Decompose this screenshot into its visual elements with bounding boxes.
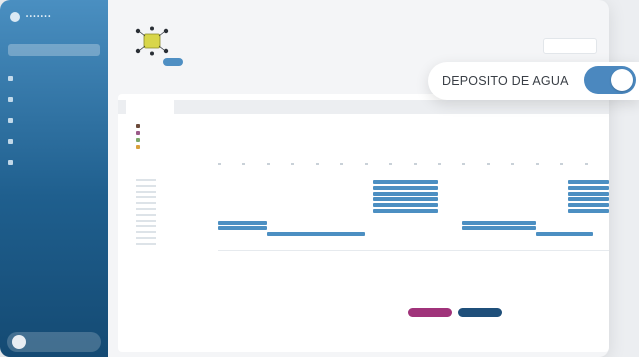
row-label: [136, 242, 156, 245]
hour-tick: [486, 163, 490, 165]
secondary-button[interactable]: [458, 308, 502, 317]
schedule-bar[interactable]: [372, 180, 438, 184]
hour-tick: [535, 163, 539, 165]
row-label: [136, 213, 156, 216]
hour-tick: [315, 163, 319, 165]
user-card[interactable]: [7, 332, 101, 352]
hour-tick: [266, 163, 270, 165]
legend-item: [136, 143, 140, 150]
sidebar-item-4[interactable]: [8, 131, 13, 152]
schedule-bar[interactable]: [372, 197, 438, 202]
row-label: [136, 190, 156, 193]
schedule-bar[interactable]: [372, 185, 438, 190]
sidebar-item-3[interactable]: [8, 110, 13, 131]
legend: [136, 122, 140, 150]
user-icon: [8, 97, 13, 102]
row-label: [136, 237, 156, 239]
top-action-button[interactable]: [543, 38, 597, 54]
primary-button[interactable]: [408, 308, 452, 317]
hour-tick: [511, 163, 515, 165]
hour-tick: [242, 163, 246, 165]
sidebar: •••••••: [0, 0, 108, 357]
schedule-bar[interactable]: [568, 191, 609, 196]
hour-tick: [560, 163, 564, 165]
schedule-bar[interactable]: [535, 232, 593, 237]
calendar-icon: [8, 118, 13, 123]
schedule-panel: [118, 94, 609, 352]
schedule-bar[interactable]: [372, 209, 438, 213]
schedule-bar[interactable]: [372, 203, 438, 208]
hour-tick: [291, 163, 295, 165]
legend-swatch: [136, 130, 140, 135]
legend-item: [136, 129, 140, 136]
row-label: [136, 231, 156, 234]
row-label: [136, 179, 156, 181]
tab-strip: [118, 100, 609, 114]
hour-tick: [218, 163, 221, 165]
sidebar-item-2[interactable]: [8, 89, 13, 110]
schedule-bar[interactable]: [372, 191, 438, 196]
timeline-baseline: [218, 250, 609, 251]
schedule-bar[interactable]: [266, 232, 365, 237]
schedule-bar[interactable]: [462, 220, 536, 225]
tab-other[interactable]: [182, 103, 234, 111]
zoom-select[interactable]: [428, 131, 464, 141]
brand-name: •••••••: [26, 14, 52, 20]
hour-tick: [389, 163, 393, 165]
logo-icon: [10, 12, 20, 22]
hour-tick: [340, 163, 344, 165]
home-icon: [8, 76, 13, 81]
toggle-knob: [611, 69, 633, 91]
hour-tick: [413, 163, 417, 165]
brand: •••••••: [10, 12, 52, 22]
hour-tick: [462, 163, 466, 165]
sidebar-item-5[interactable]: [8, 152, 13, 173]
schedule-bar[interactable]: [568, 185, 609, 190]
row-label: [136, 208, 156, 210]
schedule-bar[interactable]: [568, 197, 609, 202]
device-icon: [135, 26, 169, 56]
search-input[interactable]: [8, 44, 100, 56]
avatar: [12, 335, 26, 349]
app-window: •••••••: [0, 0, 609, 357]
toggle-card: DEPOSITO DE AGUA: [428, 62, 639, 100]
legend-swatch: [136, 144, 140, 149]
device-tag: [163, 58, 183, 66]
main-content: [108, 0, 609, 357]
legend-item: [136, 136, 140, 143]
row-label: [136, 219, 156, 222]
schedule-bar[interactable]: [218, 226, 267, 231]
schedule-bar[interactable]: [568, 180, 609, 184]
hour-tick: [437, 163, 441, 165]
hour-tick: [364, 163, 368, 165]
schedule-bar[interactable]: [568, 203, 609, 208]
deposit-toggle-switch[interactable]: [584, 66, 636, 94]
settings-icon: [8, 139, 13, 144]
sidebar-item-1[interactable]: [8, 68, 13, 89]
legend-swatch: [136, 137, 140, 142]
sidebar-nav: [8, 68, 13, 173]
row-label: [136, 196, 156, 199]
legend-swatch: [136, 123, 140, 128]
toggle-label: DEPOSITO DE AGUA: [442, 74, 569, 88]
tab-active[interactable]: [126, 100, 174, 114]
row-label: [136, 202, 156, 205]
schedule-bar[interactable]: [462, 226, 536, 231]
schedule-bar[interactable]: [218, 220, 267, 225]
row-label: [136, 225, 156, 228]
hour-tick: [584, 163, 588, 165]
schedule-bar[interactable]: [568, 209, 609, 213]
legend-item: [136, 122, 140, 129]
row-label: [136, 184, 156, 187]
map-icon: [8, 160, 13, 165]
